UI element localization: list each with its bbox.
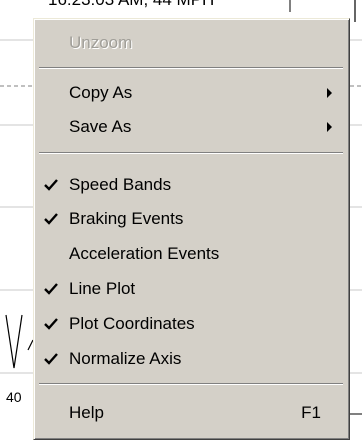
menu-item-label: Braking Events <box>69 209 184 228</box>
checkmark-icon <box>44 283 58 295</box>
menu-item-speed-bands[interactable]: Speed Bands <box>37 169 345 201</box>
chart-tooltip-text: 16:23:03 AM, 44 MPH <box>48 0 214 10</box>
menu-item-save-as[interactable]: Save As <box>37 111 345 143</box>
checkmark-icon <box>44 213 58 225</box>
menu-item-label: Save As <box>69 117 132 136</box>
submenu-arrow-icon <box>327 88 332 98</box>
checkmark-icon <box>44 179 58 191</box>
menu-item-label: Speed Bands <box>69 175 172 194</box>
submenu-arrow-icon <box>327 122 332 132</box>
menu-shortcut-label: F1 <box>301 403 321 422</box>
menu-item-label: Unzoom <box>69 33 133 52</box>
menu-item-normalize-axis[interactable]: Normalize Axis <box>37 343 345 375</box>
menu-item-label: Copy As <box>69 83 133 102</box>
menu-item-label: Plot Coordinates <box>69 314 195 333</box>
menu-item-plot-coordinates[interactable]: Plot Coordinates <box>37 308 345 340</box>
menu-item-copy-as[interactable]: Copy As <box>37 77 345 109</box>
menu-item-line-plot[interactable]: Line Plot <box>37 273 345 305</box>
menu-item-acceleration-events[interactable]: Acceleration Events <box>37 238 345 270</box>
menu-item-label: Line Plot <box>69 279 136 298</box>
checkmark-icon <box>44 353 58 365</box>
menu-separator <box>39 67 343 69</box>
menu-item-label: Normalize Axis <box>69 349 182 368</box>
axis-tick-label: 40 <box>6 389 22 405</box>
checkmark-icon <box>44 318 58 330</box>
menu-item-label: Acceleration Events <box>69 244 220 263</box>
menu-item-unzoom[interactable]: Unzoom <box>37 27 345 59</box>
menu-item-help[interactable]: Help F1 <box>37 397 345 429</box>
menu-separator <box>39 152 343 154</box>
menu-item-braking-events[interactable]: Braking Events <box>37 203 345 235</box>
menu-separator <box>39 383 343 385</box>
menu-item-label: Help <box>69 403 104 422</box>
context-menu: Unzoom Copy As Save As Speed Bands Braki… <box>33 18 350 440</box>
